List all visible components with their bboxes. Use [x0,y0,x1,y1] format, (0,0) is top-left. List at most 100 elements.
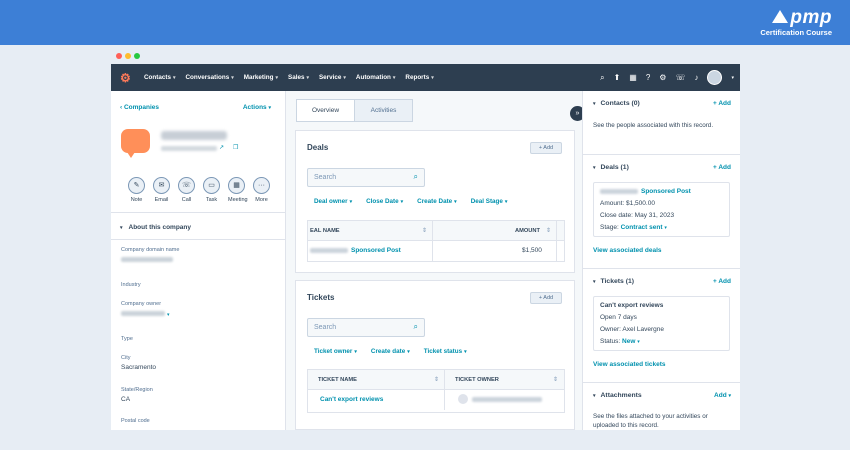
calling-icon[interactable]: ☏ [675,73,685,82]
deal-name-link[interactable]: Sponsored Post [310,241,401,261]
hubspot-logo-icon[interactable]: ⚙ [120,72,132,84]
triangle-logo-icon [772,10,789,23]
filter-create-date[interactable]: Create Date ▾ [417,198,457,205]
tab-activities[interactable]: Activities [355,100,412,121]
column-header-amount[interactable]: AMOUNT [515,221,540,241]
deal-stage[interactable]: Stage: Contract sent ▾ [600,224,667,231]
ticket-name-link[interactable]: Can't export reviews [320,390,383,410]
tickets-card-title: Tickets [307,293,335,302]
contacts-section-header[interactable]: ▾ Contacts (0) [593,100,640,107]
sort-icon[interactable]: ⇕ [434,370,439,390]
search-icon[interactable]: ⌕ [600,73,604,83]
minimize-window-dot[interactable] [125,53,131,59]
divider [583,382,740,383]
chevron-down-icon: ▾ [268,105,271,111]
ticket-owner [458,390,545,410]
nav-marketing[interactable]: Marketing ▾ [244,74,278,81]
close-window-dot[interactable] [116,53,122,59]
property-domain[interactable]: Company domain name [121,247,179,262]
add-ticket-button[interactable]: + Add [530,292,562,304]
call-action[interactable]: ☏ Call [178,177,195,203]
nav-sales[interactable]: Sales ▾ [288,74,309,81]
contacts-empty-text: See the people associated with this reco… [593,122,714,129]
filter-deal-stage[interactable]: Deal Stage ▾ [471,198,508,205]
help-icon[interactable]: ? [646,73,650,82]
property-owner[interactable]: Company owner ▾ [121,301,169,318]
divider [583,268,740,269]
add-contact-button[interactable]: + Add [713,100,731,107]
nav-service[interactable]: Service ▾ [319,74,346,81]
column-header-ticket-name[interactable]: TICKET NAME [318,370,357,390]
view-associated-deals-link[interactable]: View associated deals [593,247,662,254]
tab-overview[interactable]: Overview [297,100,355,121]
view-associated-tickets-link[interactable]: View associated tickets [593,361,666,368]
nav-automation[interactable]: Automation ▾ [356,74,396,81]
sort-icon[interactable]: ⇕ [546,221,551,241]
settings-icon[interactable]: ⚙ [659,73,666,82]
nav-conversations[interactable]: Conversations ▾ [185,74,233,81]
actions-menu-button[interactable]: Actions ▾ [243,104,271,111]
sort-icon[interactable]: ⇕ [553,370,558,390]
tickets-search-input[interactable]: Search ⌕ [307,318,425,337]
tickets-filters: Ticket owner ▾ Create date ▾ Ticket status… [314,348,467,355]
attachments-section-header[interactable]: ▾ Attachments [593,392,642,399]
property-type[interactable]: Type [121,336,133,342]
avatar[interactable] [707,70,723,85]
more-action[interactable]: ··· More [253,177,270,203]
email-action[interactable]: ✉ Email [153,177,170,203]
search-icon: ⌕ [413,172,418,181]
add-deal-button[interactable]: + Add [530,142,562,154]
ticket-status[interactable]: Status: New ▾ [600,338,640,345]
property-postal-code[interactable]: Postal code [121,418,150,424]
chevron-down-icon: ▾ [166,312,170,318]
deals-table: EAL NAME ⇕ AMOUNT ⇕ Sponsored Post $1,50… [307,220,565,262]
task-action[interactable]: ▭ Task [203,177,220,203]
deals-section-header[interactable]: ▾ Deals (1) [593,164,629,171]
table-row: Sponsored Post $1,500 [308,241,564,261]
external-link-icon[interactable]: ↗ [219,144,224,151]
deal-name-link[interactable]: Sponsored Post [600,188,691,195]
note-icon: ✎ [128,177,145,194]
chevron-down-icon: ▾ [343,75,346,81]
divider [583,154,740,155]
deals-filters: Deal owner ▾ Close Date ▾ Create Date ▾ Dea… [314,198,507,205]
avatar [458,394,468,405]
ticket-name-link[interactable]: Can't export reviews [600,302,663,309]
property-city[interactable]: City Sacramento [121,355,156,371]
chevron-down-icon: ▾ [120,225,123,231]
chevron-down-icon[interactable]: ▾ [731,75,734,81]
deals-search-input[interactable]: Search ⌕ [307,168,425,187]
filter-ticket-status[interactable]: Ticket status ▾ [424,348,467,355]
tickets-section-header[interactable]: ▾ Tickets (1) [593,278,634,285]
filter-ticket-owner[interactable]: Ticket owner ▾ [314,348,357,355]
notifications-icon[interactable]: ♪ [694,73,698,82]
nav-contacts[interactable]: Contacts ▾ [144,74,175,81]
filter-deal-owner[interactable]: Deal owner ▾ [314,198,352,205]
left-sidebar: ‹ Companies Actions ▾ ↗ ❐ ✎ Note ✉ Email ☏… [111,91,286,430]
filter-close-date[interactable]: Close Date ▾ [366,198,403,205]
chevron-down-icon: ▾ [637,339,640,345]
nav-reports[interactable]: Reports ▾ [405,74,433,81]
marketplace-icon[interactable]: ▦ [629,73,637,82]
property-industry[interactable]: Industry [121,282,141,288]
deal-close-date: Close date: May 31, 2023 [600,212,675,219]
deals-card-title: Deals [307,143,329,152]
sort-icon[interactable]: ⇕ [422,221,427,241]
column-header-deal-name[interactable]: EAL NAME [310,221,340,241]
search-icon: ⌕ [413,322,418,331]
meeting-action[interactable]: ▦ Meeting [228,177,248,203]
filter-create-date[interactable]: Create date ▾ [371,348,410,355]
copy-icon[interactable]: ❐ [233,144,238,151]
about-section-header[interactable]: ▾ About this company [120,224,191,231]
note-action[interactable]: ✎ Note [128,177,145,203]
property-state[interactable]: State/Region CA [121,387,153,403]
breadcrumb[interactable]: ‹ Companies [120,104,159,111]
add-deal-button[interactable]: + Add [713,164,731,171]
table-row: Can't export reviews [308,390,564,410]
meeting-icon: ▦ [228,177,245,194]
add-attachment-button[interactable]: Add ▾ [714,392,731,399]
column-header-ticket-owner[interactable]: TICKET OWNER [455,370,499,390]
upgrade-icon[interactable]: ⬆ [614,73,621,82]
add-ticket-button[interactable]: + Add [713,278,731,285]
maximize-window-dot[interactable] [134,53,140,59]
